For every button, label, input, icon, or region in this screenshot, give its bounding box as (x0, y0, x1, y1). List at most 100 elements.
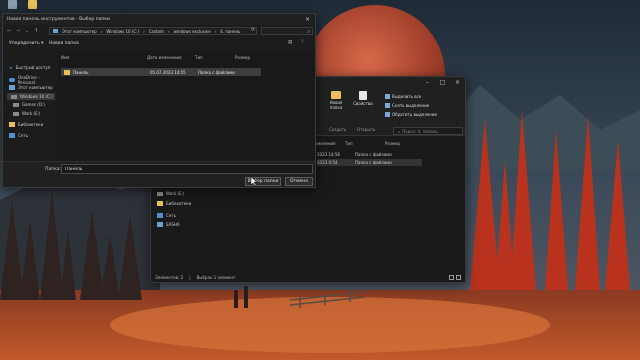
select-none-label: Снять выделение (392, 103, 430, 108)
refresh-icon[interactable]: ⟳ (251, 27, 255, 33)
dialog-titlebar: Новая панель инструментов - Выбор папки (3, 14, 315, 25)
nav-label: SASHA (166, 222, 180, 227)
nav-item-work[interactable]: Work (E:) (157, 191, 184, 196)
nav-item-network[interactable]: Сеть (157, 213, 176, 218)
search-input[interactable]: ⌕ (261, 27, 313, 35)
breadcrumb-item[interactable]: Castom (149, 29, 164, 34)
nav-item-this-pc[interactable]: Этот компьютер (9, 85, 53, 90)
library-icon (157, 201, 163, 206)
column-name[interactable]: Имя (61, 55, 147, 63)
select-none-button[interactable]: Снять выделение (385, 103, 429, 108)
network-icon (157, 213, 163, 218)
group-open-label: Открыть (357, 127, 376, 132)
column-type[interactable]: Тип (195, 55, 235, 63)
nav-label: Work (E:) (166, 191, 185, 196)
address-row: ← → ⌄ ↑ Этот компьютер › Windows 10 (C:)… (3, 25, 315, 37)
nav-label: OneDrive - Personal (17, 75, 40, 85)
folder-icon[interactable] (28, 0, 37, 9)
column-type[interactable]: Тип (345, 141, 385, 149)
cancel-button[interactable]: Отмена (285, 177, 313, 186)
column-size[interactable]: Размер (385, 141, 415, 149)
nav-label: Сеть (166, 213, 176, 218)
view-toggle-icons[interactable] (449, 275, 461, 280)
command-bar: Упорядочить ▾ Новая папка ▤ ? (3, 37, 315, 51)
drive-icon (13, 102, 19, 107)
row-type: Папка с файлами (198, 69, 235, 75)
row-type: Папка с файлами (355, 160, 392, 165)
status-items: Элементов: 2 (155, 274, 184, 280)
drive-icon (11, 94, 17, 99)
select-all-label: Выделить все (392, 94, 422, 99)
recent-icon[interactable]: ⌄ (25, 28, 29, 34)
chevron-right-icon: › (143, 28, 145, 34)
column-size[interactable]: Размер (235, 55, 265, 63)
breadcrumb-item[interactable]: Windows 10 (C:) (106, 29, 139, 34)
nav-item-libraries[interactable]: Библиотеки (157, 201, 191, 206)
star-icon: ★ (9, 65, 13, 70)
row-date: 05.07.2023 14:55 (150, 69, 186, 75)
nav-label: Этот компьютер (18, 85, 53, 90)
dialog-title: Новая панель инструментов - Выбор папки (7, 17, 110, 22)
table-row[interactable]: Панель 05.07.2023 14:55 Папка с файлами (61, 68, 261, 76)
new-folder-button[interactable]: Новая папка (323, 91, 349, 110)
folder-name-field[interactable] (61, 164, 313, 174)
chevron-right-icon: › (214, 28, 217, 34)
recycle-bin-icon[interactable] (8, 0, 17, 9)
invert-selection-button[interactable]: Обратить выделение (385, 112, 437, 117)
table-row[interactable]: 2023 14:56 Папка с файлами (317, 151, 422, 158)
column-date[interactable]: Дата изменения (147, 55, 195, 63)
explorer-search-input[interactable]: ⌕ Поиск: 4. панель (393, 127, 463, 135)
dialog-footer: Папка: Выбор папки Отмена (3, 161, 315, 187)
close-icon[interactable]: × (300, 14, 315, 25)
navigation-pane: ★ Быстрый доступ OneDrive - Personal Это… (3, 51, 57, 163)
organize-button[interactable]: Упорядочить ▾ (9, 41, 43, 46)
nav-item-drive-c[interactable]: Windows 10 (C:) (7, 93, 55, 100)
breadcrumb-item[interactable]: windows exclusive (174, 29, 211, 34)
nav-item-network[interactable]: Сеть (9, 133, 28, 138)
nav-item-onedrive[interactable]: OneDrive - Personal (9, 75, 57, 85)
window-controls: – □ × (420, 77, 465, 88)
explorer-column-headers: Дата изменения Тип Размер (301, 141, 415, 149)
view-options-icon[interactable]: ▤ (288, 40, 292, 45)
forward-icon[interactable]: → (16, 28, 20, 34)
nav-item-drive-d[interactable]: Games (D:) (13, 102, 45, 107)
row-name: Панель (73, 69, 89, 75)
computer-icon (53, 29, 58, 33)
desktop-icons (0, 0, 60, 10)
status-divider: | (189, 274, 191, 280)
minimize-icon[interactable]: – (420, 77, 435, 88)
breadcrumb-item[interactable]: Этот компьютер (62, 29, 97, 34)
properties-label: Свойства (353, 101, 373, 106)
chevron-right-icon: › (100, 28, 103, 34)
nav-item-sasha[interactable]: SASHA (157, 222, 180, 227)
select-all-icon (385, 94, 390, 99)
close-icon[interactable]: × (450, 77, 465, 88)
cloud-icon (9, 78, 15, 82)
folder-select-dialog: Новая панель инструментов - Выбор папки … (2, 13, 316, 188)
nav-item-drive-e[interactable]: Work (E:) (13, 111, 40, 116)
details-view-icon[interactable] (449, 275, 454, 280)
new-folder-button[interactable]: Новая папка (49, 41, 79, 46)
computer-icon (157, 222, 163, 227)
up-icon[interactable]: ↑ (34, 28, 38, 34)
row-date: 2023 14:56 (317, 152, 340, 157)
back-icon[interactable]: ← (7, 28, 11, 34)
group-create-label: Создать (329, 127, 347, 132)
properties-button[interactable]: Свойства (351, 91, 375, 106)
status-selected: Выбран 1 элемент (196, 274, 236, 280)
mouse-cursor-icon (251, 177, 257, 186)
breadcrumb-item[interactable]: 4. панель (220, 29, 240, 34)
nav-label: Games (D:) (22, 102, 45, 107)
breadcrumb[interactable]: Этот компьютер › Windows 10 (C:) › Casto… (49, 27, 257, 35)
tiles-view-icon[interactable] (456, 275, 461, 280)
properties-icon (359, 91, 367, 100)
nav-item-quick-access[interactable]: ★ Быстрый доступ (9, 65, 50, 70)
select-all-button[interactable]: Выделить все (385, 94, 421, 99)
nav-label: Work (E:) (22, 111, 41, 116)
folder-icon (331, 91, 341, 99)
maximize-icon[interactable]: □ (435, 77, 450, 88)
new-folder-label: Новая папка (329, 100, 343, 110)
nav-item-libraries[interactable]: Библиотеки (9, 122, 43, 127)
table-row[interactable]: 2023 0:54 Папка с файлами (317, 159, 422, 166)
help-icon[interactable]: ? (301, 40, 303, 45)
